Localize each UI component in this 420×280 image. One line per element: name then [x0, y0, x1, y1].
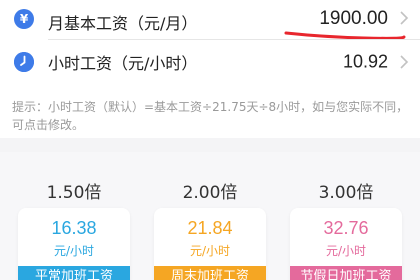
rate-card-weekend[interactable]: 21.84 元/小时 周末加班工资 [154, 208, 266, 280]
yen-icon: ¥ [14, 9, 34, 29]
rate-card-weekday[interactable]: 16.38 元/小时 平常加班工资 [18, 208, 130, 280]
rate-card-holiday[interactable]: 32.76 元/小时 节假日加班工资 [290, 208, 402, 280]
hourly-wage-row[interactable]: 小时工资（元/小时） 10.92 [0, 40, 420, 84]
hourly-wage-value[interactable]: 10.92 [343, 52, 388, 73]
rate-column: 1.50倍 16.38 元/小时 平常加班工资 [8, 152, 140, 280]
rate-column: 3.00倍 32.76 元/小时 节假日加班工资 [280, 152, 412, 280]
chevron-right-icon [400, 55, 409, 69]
rate-value: 21.84 [187, 218, 233, 238]
hint-text: 提示：小时工资（默认）=基本工资÷21.75天÷8小时，如与您实际不同，可点击修… [12, 100, 409, 132]
rate-type-tag: 平常加班工资 [18, 266, 130, 280]
section-separator [0, 138, 420, 152]
monthly-wage-value[interactable]: 1900.00 [319, 8, 388, 30]
clock-icon [14, 52, 34, 72]
chevron-right-icon [400, 11, 409, 25]
monthly-wage-label: 月基本工资（元/月） [48, 14, 198, 33]
rate-value: 32.76 [323, 218, 369, 238]
multiplier-label: 3.00倍 [318, 183, 374, 203]
rate-type-tag: 节假日加班工资 [290, 266, 402, 280]
overtime-wage-screen: ¥ 月基本工资（元/月） 1900.00 小时工资（元/小时） 10.92 提示… [0, 0, 420, 280]
rate-unit: 元/小时 [53, 244, 95, 258]
rate-value: 16.38 [51, 218, 97, 238]
multiplier-label: 1.50倍 [46, 183, 102, 203]
monthly-wage-row[interactable]: ¥ 月基本工资（元/月） 1900.00 [0, 0, 420, 44]
rate-type-tag: 周末加班工资 [154, 266, 266, 280]
hourly-wage-label: 小时工资（元/小时） [48, 54, 198, 73]
multiplier-label: 2.00倍 [182, 183, 238, 203]
rate-column: 2.00倍 21.84 元/小时 周末加班工资 [144, 152, 276, 280]
rate-unit: 元/小时 [189, 244, 231, 258]
overtime-rates-section: 1.50倍 16.38 元/小时 平常加班工资 2.00倍 21.84 元/小时… [0, 152, 420, 280]
rate-unit: 元/小时 [325, 244, 367, 258]
